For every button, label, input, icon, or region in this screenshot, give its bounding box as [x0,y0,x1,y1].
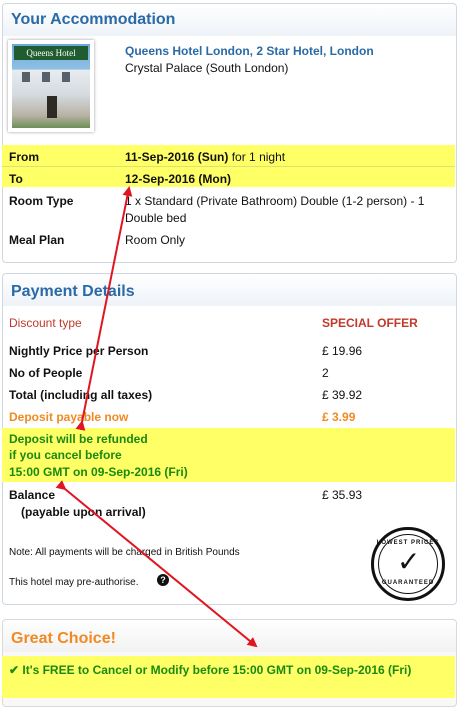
arrow-balance-to-free [55,480,258,648]
annotation-arrows [55,186,258,648]
arrow-deposit-to-dates [75,186,133,431]
